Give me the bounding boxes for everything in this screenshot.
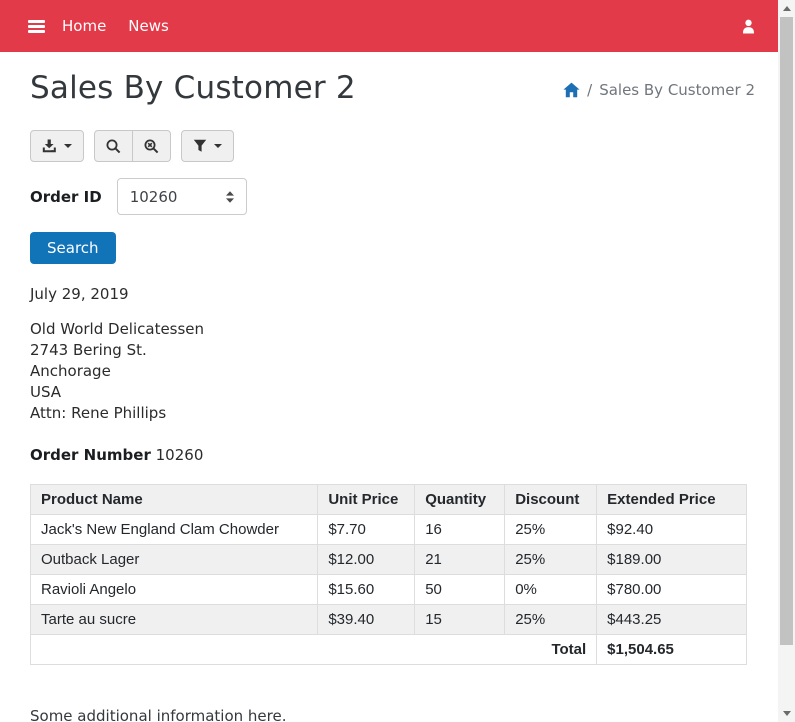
cell-unit-price: $15.60 [318, 575, 415, 605]
cell-product-name: Ravioli Angelo [31, 575, 318, 605]
footer-note: Some additional information here. [30, 707, 755, 722]
cell-extended-price: $189.00 [597, 545, 747, 575]
order-id-select[interactable]: 10260 [117, 178, 247, 215]
column-header: Quantity [415, 485, 505, 515]
header-row: Sales By Customer 2 / Sales By Customer … [30, 70, 755, 106]
table-total-row: Total $1,504.65 [31, 635, 747, 665]
cell-unit-price: $7.70 [318, 515, 415, 545]
select-arrows-icon [224, 190, 236, 204]
table-header-row: Product Name Unit Price Quantity Discoun… [31, 485, 747, 515]
order-number-line: Order Number 10260 [30, 446, 755, 464]
zoom-clear-button[interactable] [132, 130, 171, 162]
scrollbar-down-icon[interactable] [778, 705, 795, 722]
address-line: Old World Delicatessen [30, 319, 755, 340]
cell-quantity: 16 [415, 515, 505, 545]
zoom-button[interactable] [94, 130, 133, 162]
navbar: Home News [0, 0, 778, 52]
order-details-table: Product Name Unit Price Quantity Discoun… [30, 484, 747, 665]
scrollbar-thumb[interactable] [780, 17, 793, 645]
order-id-selected-value: 10260 [130, 188, 178, 206]
report-date: July 29, 2019 [30, 285, 755, 303]
cell-quantity: 50 [415, 575, 505, 605]
total-label: Total [31, 635, 597, 665]
cell-quantity: 21 [415, 545, 505, 575]
scrollbar-up-icon[interactable] [778, 0, 795, 17]
nav-item-home[interactable]: Home [62, 17, 106, 35]
breadcrumb-separator: / [587, 81, 592, 99]
caret-down-icon [214, 144, 222, 148]
search-button[interactable]: Search [30, 232, 116, 264]
order-id-label: Order ID [30, 188, 102, 206]
nav-item-news[interactable]: News [128, 17, 169, 35]
cell-extended-price: $780.00 [597, 575, 747, 605]
breadcrumb: / Sales By Customer 2 [563, 81, 755, 99]
cell-product-name: Tarte au sucre [31, 605, 318, 635]
page-title: Sales By Customer 2 [30, 70, 356, 106]
vertical-scrollbar[interactable] [778, 0, 795, 722]
table-row: Ravioli Angelo $15.60 50 0% $780.00 [31, 575, 747, 605]
cell-unit-price: $12.00 [318, 545, 415, 575]
address-line: Attn: Rene Phillips [30, 403, 755, 424]
viewport: Home News Sales By Customer 2 [0, 0, 795, 722]
filter-button[interactable] [181, 130, 234, 162]
address-block: Old World Delicatessen 2743 Bering St. A… [30, 319, 755, 424]
person-icon[interactable] [741, 18, 756, 35]
export-button[interactable] [30, 130, 84, 162]
column-header: Discount [505, 485, 597, 515]
order-id-row: Order ID 10260 [30, 178, 755, 215]
column-header: Unit Price [318, 485, 415, 515]
content: Sales By Customer 2 / Sales By Customer … [0, 70, 778, 722]
column-header: Extended Price [597, 485, 747, 515]
column-header: Product Name [31, 485, 318, 515]
page: Home News Sales By Customer 2 [0, 0, 778, 722]
cell-discount: 25% [505, 545, 597, 575]
toolbar [30, 130, 755, 162]
cell-product-name: Jack's New England Clam Chowder [31, 515, 318, 545]
cell-quantity: 15 [415, 605, 505, 635]
table-row: Jack's New England Clam Chowder $7.70 16… [31, 515, 747, 545]
address-line: Anchorage [30, 361, 755, 382]
magnifier-icon [106, 139, 121, 154]
address-line: 2743 Bering St. [30, 340, 755, 361]
order-number-value: 10260 [156, 446, 204, 464]
address-line: USA [30, 382, 755, 403]
cell-unit-price: $39.40 [318, 605, 415, 635]
breadcrumb-current: Sales By Customer 2 [599, 81, 755, 99]
order-number-label: Order Number [30, 446, 151, 464]
hamburger-icon[interactable] [28, 20, 45, 33]
download-icon [42, 139, 57, 153]
magnifier-x-icon [144, 139, 159, 154]
cell-extended-price: $92.40 [597, 515, 747, 545]
table-row: Tarte au sucre $39.40 15 25% $443.25 [31, 605, 747, 635]
caret-down-icon [64, 144, 72, 148]
funnel-icon [193, 139, 207, 153]
cell-extended-price: $443.25 [597, 605, 747, 635]
total-value: $1,504.65 [597, 635, 747, 665]
cell-discount: 25% [505, 605, 597, 635]
cell-discount: 0% [505, 575, 597, 605]
table-row: Outback Lager $12.00 21 25% $189.00 [31, 545, 747, 575]
cell-product-name: Outback Lager [31, 545, 318, 575]
zoom-button-group [94, 130, 171, 162]
home-icon[interactable] [563, 82, 580, 98]
cell-discount: 25% [505, 515, 597, 545]
